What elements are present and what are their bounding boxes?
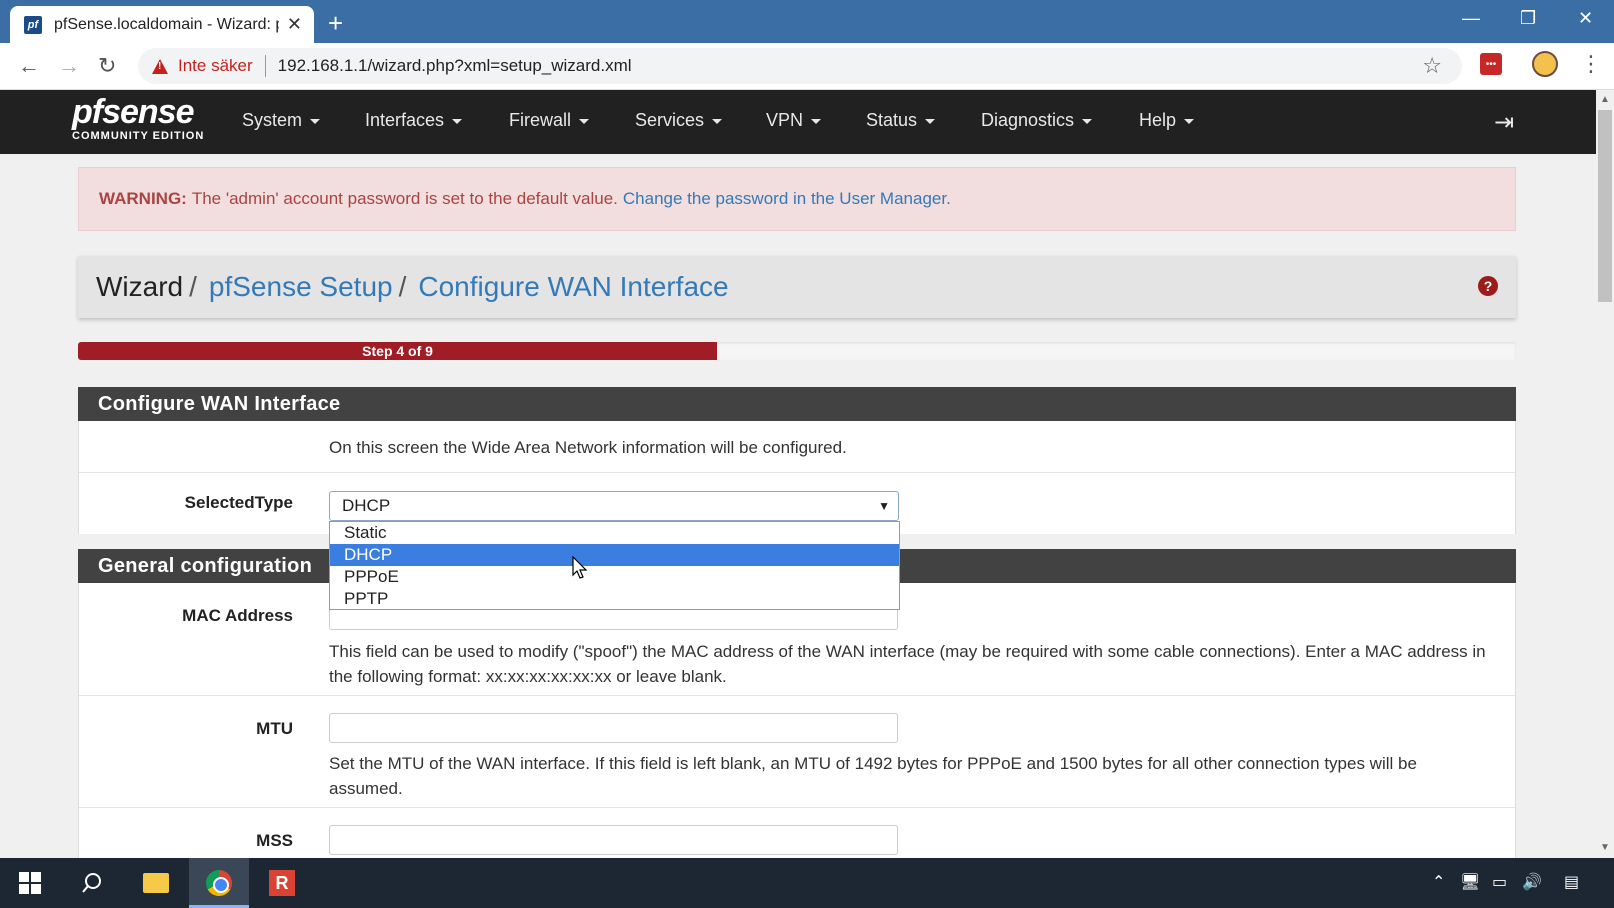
chrome-icon <box>206 870 232 896</box>
restore-icon[interactable]: ❐ <box>1520 8 1536 29</box>
option-pptp[interactable]: PPTP <box>330 588 899 610</box>
general-panel-body: MAC Address This field can be used to mo… <box>78 583 1516 858</box>
pfsense-navbar: pfsense COMMUNITY EDITION System Interfa… <box>0 90 1596 154</box>
reload-icon[interactable]: ↻ <box>98 53 116 79</box>
user-manager-link[interactable]: Change the password in the User Manager. <box>623 189 951 209</box>
intro-row: On this screen the Wide Area Network inf… <box>79 421 1515 473</box>
close-window-icon[interactable]: ✕ <box>1578 8 1593 29</box>
breadcrumb-wizard: Wizard <box>96 271 184 302</box>
profile-avatar[interactable] <box>1532 51 1558 77</box>
default-password-warning: WARNING: The 'admin' account password is… <box>78 167 1516 231</box>
folder-icon <box>143 873 169 893</box>
help-icon[interactable]: ? <box>1478 276 1498 296</box>
back-icon[interactable]: ← <box>18 53 40 79</box>
breadcrumb: Wizard / pfSense Setup / Configure WAN I… <box>78 256 1516 318</box>
minimize-icon[interactable]: — <box>1462 8 1480 29</box>
selected-type-value: DHCP <box>342 496 391 515</box>
option-pppoe[interactable]: PPPoE <box>330 566 899 588</box>
nav-interfaces[interactable]: Interfaces <box>365 110 462 131</box>
breadcrumb-separator: / <box>189 271 197 302</box>
tab-title: pfSense.localdomain - Wizard: pf <box>54 15 279 33</box>
breadcrumb-separator: / <box>398 271 407 302</box>
file-explorer-button[interactable] <box>126 858 186 908</box>
chevron-down-icon: ▼ <box>878 499 890 513</box>
extension-icon[interactable]: ••• <box>1480 53 1502 75</box>
forward-icon[interactable]: → <box>58 53 80 79</box>
scroll-down-icon[interactable]: ▼ <box>1600 842 1610 853</box>
option-static[interactable]: Static <box>330 522 899 544</box>
notifications-icon[interactable]: ▤ <box>1564 872 1579 892</box>
mtu-label: MTU <box>256 719 293 738</box>
nav-status[interactable]: Status <box>866 110 935 131</box>
windows-taskbar: R ⌃ 🖥 ▭ 🔊 ▤ <box>0 858 1614 908</box>
browser-tab[interactable]: pf pfSense.localdomain - Wizard: pf ✕ <box>10 6 314 43</box>
nav-help[interactable]: Help <box>1139 110 1194 131</box>
selected-type-select[interactable]: DHCP ▼ <box>329 491 899 521</box>
wizard-progress-bar: Step 4 of 9 <box>78 342 1516 360</box>
option-dhcp[interactable]: DHCP <box>330 544 899 566</box>
logo-sub: COMMUNITY EDITION <box>72 130 205 142</box>
pfsense-logo[interactable]: pfsense COMMUNITY EDITION <box>72 94 204 142</box>
start-button[interactable] <box>0 858 60 908</box>
mac-address-help: This field can be used to modify ("spoof… <box>329 642 1486 686</box>
tray-overflow-icon[interactable]: ⌃ <box>1432 872 1445 892</box>
mtu-help: Set the MTU of the WAN interface. If thi… <box>329 754 1417 798</box>
logout-icon[interactable]: ⇥ <box>1494 108 1514 137</box>
bookmark-star-icon[interactable]: ☆ <box>1422 53 1442 79</box>
mss-row: MSS <box>79 808 1515 858</box>
warning-prefix: WARNING: <box>99 189 187 208</box>
close-tab-icon[interactable]: ✕ <box>287 14 302 35</box>
mss-input[interactable] <box>329 825 898 855</box>
mouse-cursor-icon <box>572 556 588 579</box>
windows-logo-icon <box>19 872 41 894</box>
breadcrumb-pfsense-setup[interactable]: pfSense Setup <box>209 271 393 303</box>
r-app-icon: R <box>269 870 295 896</box>
chrome-taskbar-button[interactable] <box>189 858 249 908</box>
browser-menu-icon[interactable]: ⋮ <box>1580 51 1602 77</box>
nav-system[interactable]: System <box>242 110 320 131</box>
selected-type-label: SelectedType <box>184 493 293 512</box>
pfsense-favicon-icon: pf <box>24 15 42 34</box>
progress-fill: Step 4 of 9 <box>78 342 718 360</box>
mac-address-label: MAC Address <box>182 606 293 625</box>
mss-label: MSS <box>256 831 293 850</box>
mtu-input[interactable] <box>329 713 898 743</box>
warning-message: The 'admin' account password is set to t… <box>191 189 618 208</box>
url-text[interactable]: 192.168.1.1/wizard.php?xml=setup_wizard.… <box>278 56 632 76</box>
scrollbar-thumb[interactable] <box>1598 110 1612 302</box>
volume-icon[interactable]: 🔊 <box>1522 872 1542 892</box>
search-button[interactable] <box>62 858 122 908</box>
address-bar[interactable]: Inte säker 192.168.1.1/wizard.php?xml=se… <box>138 48 1462 84</box>
network-icon[interactable]: 🖥 <box>1460 872 1480 892</box>
nav-diagnostics[interactable]: Diagnostics <box>981 110 1092 131</box>
browser-toolbar: ← → ↻ Inte säker 192.168.1.1/wizard.php?… <box>0 43 1614 90</box>
selected-type-dropdown: Static DHCP PPPoE PPTP <box>329 521 900 610</box>
wan-panel-title: Configure WAN Interface <box>78 387 1516 421</box>
breadcrumb-configure-wan[interactable]: Configure WAN Interface <box>418 271 728 303</box>
search-icon <box>82 873 101 893</box>
nav-vpn[interactable]: VPN <box>766 110 821 131</box>
security-label[interactable]: Inte säker <box>178 56 253 76</box>
scroll-up-icon[interactable]: ▲ <box>1600 94 1610 105</box>
logo-main: pfsense <box>72 93 195 131</box>
mtu-row: MTU Set the MTU of the WAN interface. If… <box>79 696 1515 808</box>
new-tab-icon[interactable]: + <box>328 8 343 39</box>
nav-firewall[interactable]: Firewall <box>509 110 589 131</box>
wan-intro-text: On this screen the Wide Area Network inf… <box>329 438 847 457</box>
r-app-taskbar-button[interactable]: R <box>252 858 312 908</box>
battery-icon[interactable]: ▭ <box>1492 872 1507 892</box>
nav-services[interactable]: Services <box>635 110 722 131</box>
divider <box>264 55 266 77</box>
not-secure-warning-icon[interactable] <box>152 58 168 74</box>
